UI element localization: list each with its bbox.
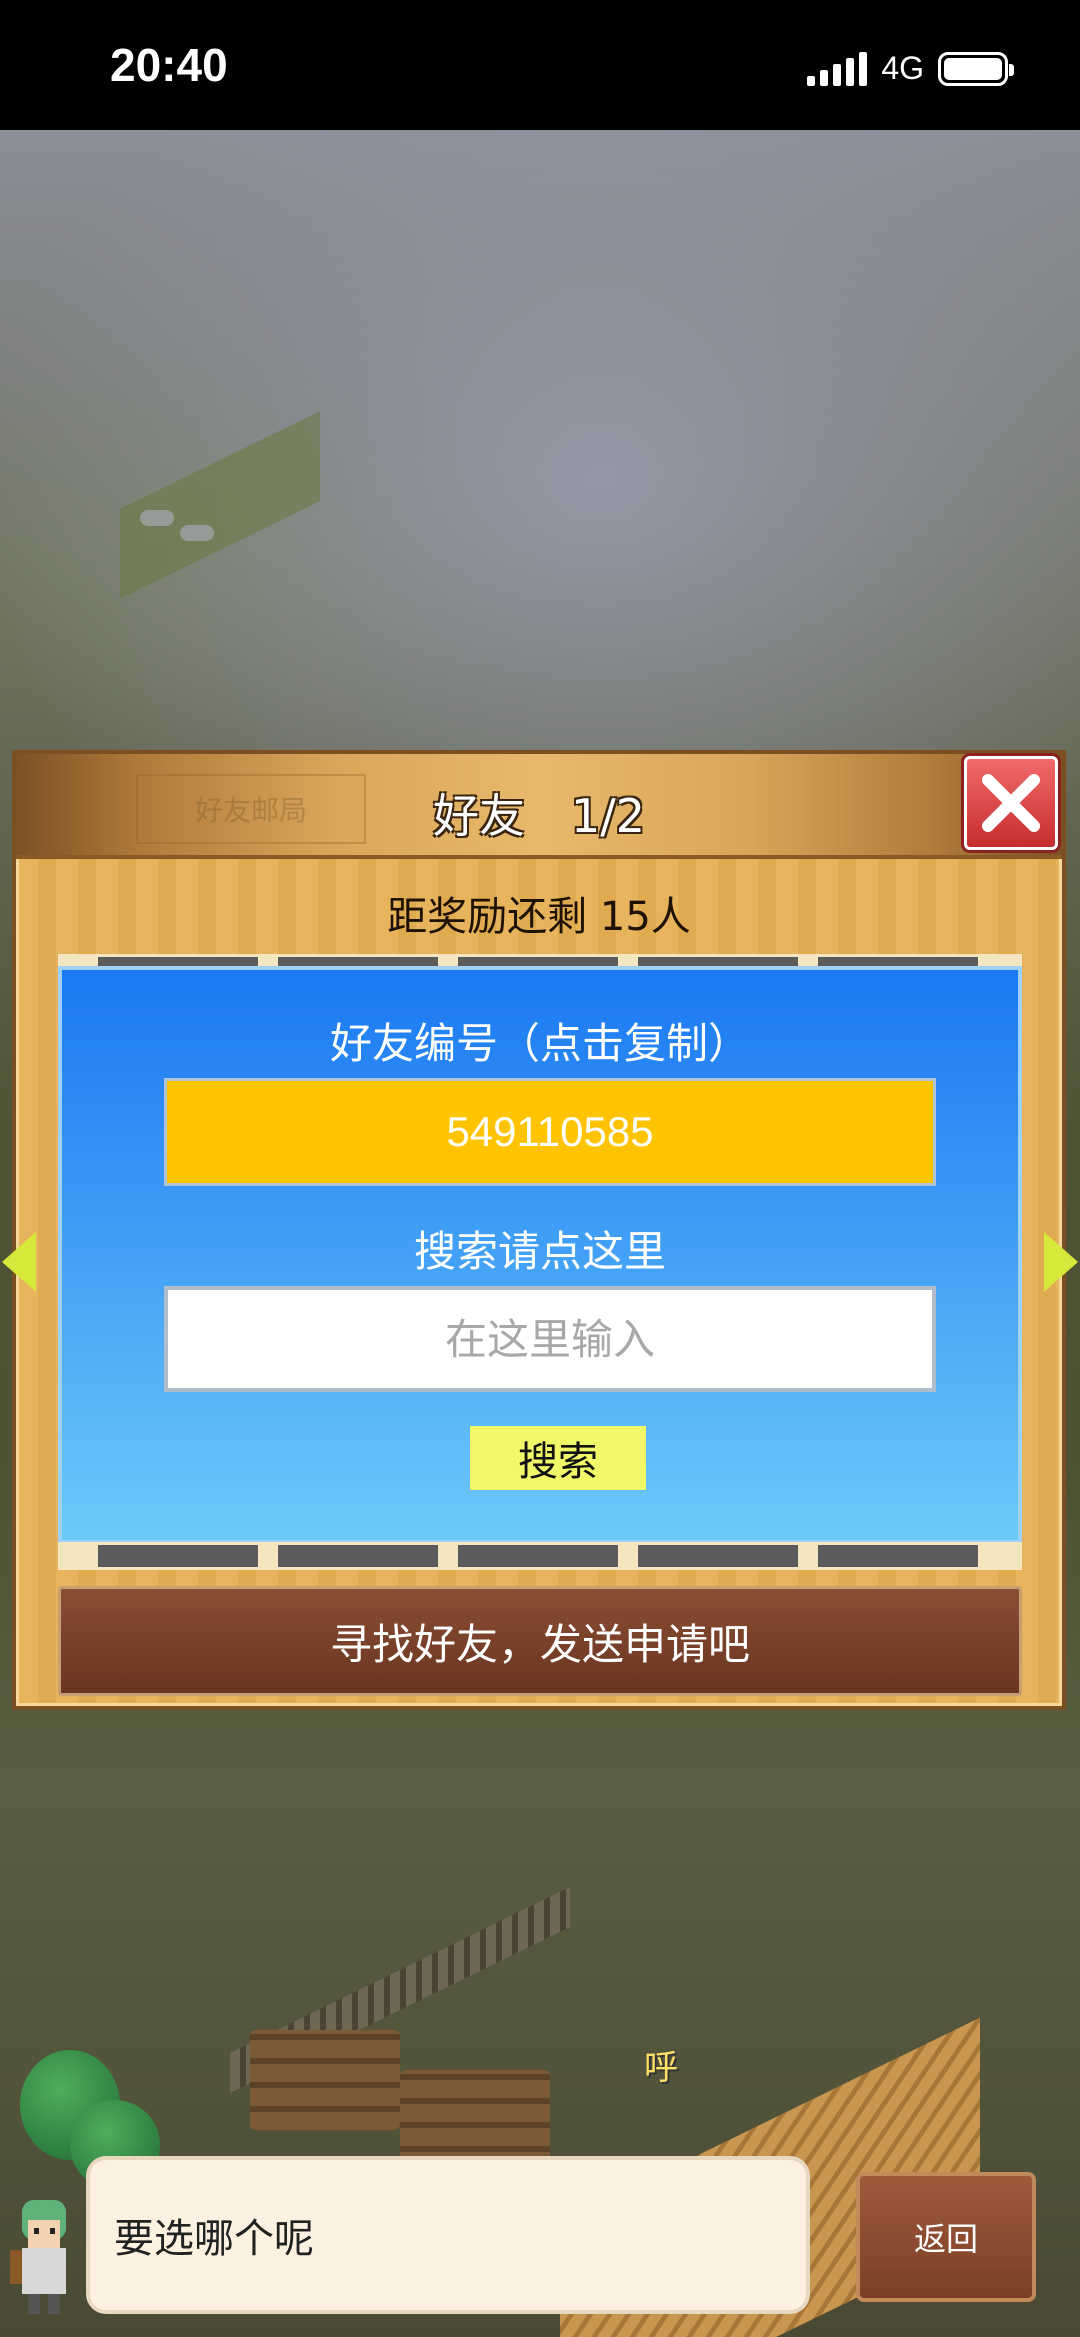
status-icons: 4G — [807, 50, 1014, 87]
close-icon — [982, 774, 1040, 832]
page-indicator-bottom — [58, 1542, 1022, 1570]
status-time: 20:40 — [110, 39, 228, 91]
search-heading: 搜索请点这里 — [413, 1227, 666, 1276]
page-indicator-segment — [98, 1545, 258, 1567]
shout-label: 呼 — [644, 2048, 678, 2088]
rock — [140, 510, 174, 526]
speech-bubble: 要选哪个呢 — [90, 2160, 806, 2310]
rock — [180, 525, 214, 541]
next-page-arrow-icon[interactable] — [1044, 1232, 1078, 1292]
log-pile — [400, 2070, 550, 2170]
page-indicator-segment — [278, 1545, 438, 1567]
friend-id-copy-button[interactable]: 549110585 — [164, 1078, 936, 1186]
status-bar: 20:40 4G — [0, 0, 1080, 130]
search-button[interactable]: 搜索 — [470, 1426, 646, 1490]
reward-remaining-text: 距奖励还剩 15人 — [387, 894, 691, 940]
page-indicator-segment — [458, 1545, 618, 1567]
log-pile — [250, 2030, 400, 2130]
search-input[interactable] — [164, 1286, 936, 1392]
grass-tile — [120, 411, 320, 599]
friends-dialog: 好友邮局 好友 1/2 距奖励还剩 15人 好友编号（点击复制） 5491105… — [2, 750, 1078, 1710]
find-friends-button[interactable]: 寻找好友，发送申请吧 — [58, 1586, 1022, 1696]
signal-icon — [807, 51, 868, 86]
assistant-character-avatar — [10, 2200, 66, 2314]
battery-icon — [938, 51, 1014, 86]
close-button[interactable] — [964, 756, 1058, 850]
friend-id-heading: 好友编号（点击复制） — [329, 1019, 750, 1068]
friend-search-card: 好友编号（点击复制） 549110585 搜索请点这里 搜索 — [58, 966, 1022, 1544]
page-indicator-segment — [818, 1545, 978, 1567]
network-label: 4G — [881, 50, 924, 86]
dialog-title: 好友 1/2 — [432, 789, 646, 843]
page-indicator-segment — [638, 1545, 798, 1567]
back-button[interactable]: 返回 — [856, 2172, 1036, 2302]
dialog-header: 好友邮局 好友 1/2 — [16, 754, 1062, 859]
prev-page-arrow-icon[interactable] — [2, 1232, 36, 1292]
